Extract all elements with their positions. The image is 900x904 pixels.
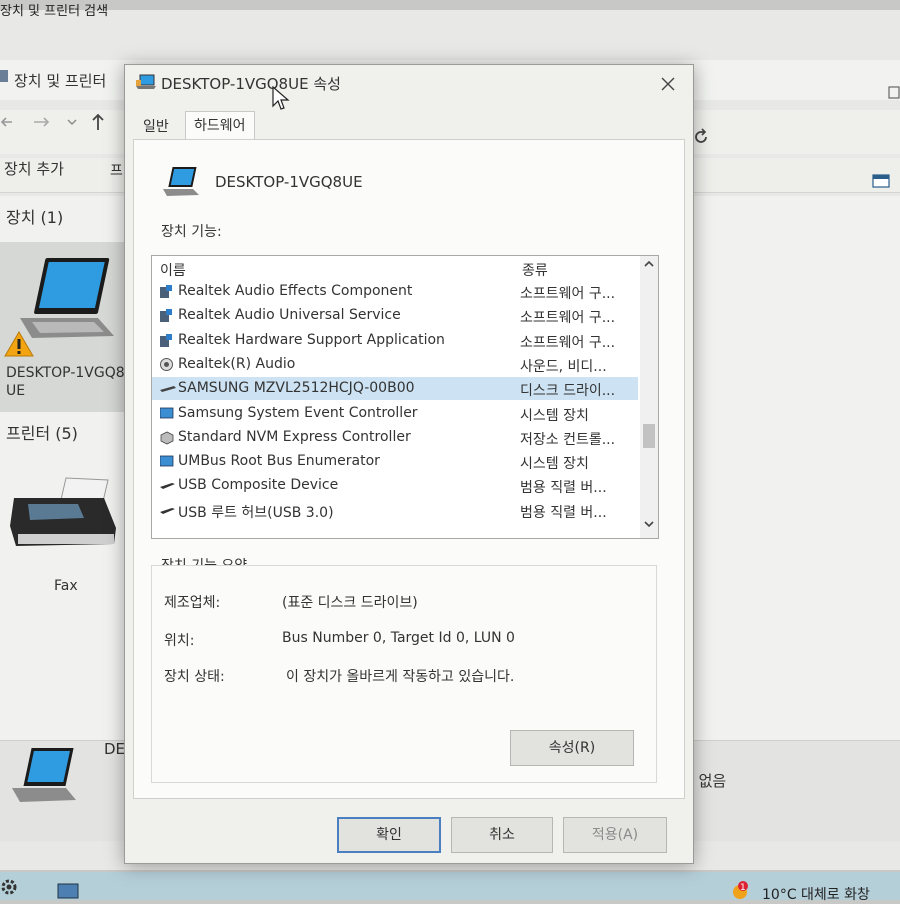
column-header-name[interactable]: 이름	[160, 260, 186, 280]
list-item-name: Standard NVM Express Controller	[178, 428, 411, 445]
list-item-type: 소프트웨어 구...	[520, 286, 616, 302]
speaker-icon	[160, 357, 173, 371]
device-name: DESKTOP-1VGQ8UE	[215, 173, 363, 191]
list-item[interactable]: Realtek(R) Audio 사운드, 비디...	[152, 353, 638, 376]
list-item-name: USB 루트 허브(USB 3.0)	[178, 504, 334, 521]
fax-icon[interactable]	[8, 474, 120, 558]
weather-text[interactable]: 10°C 대체로 화창	[762, 884, 870, 904]
manufacturer-value: (표준 디스크 드라이브)	[282, 595, 418, 611]
system-device-icon	[159, 455, 174, 468]
fax-label[interactable]: Fax	[54, 578, 78, 594]
device-function-summary: 제조업체: (표준 디스크 드라이브) 위치: Bus Number 0, Ta…	[151, 565, 657, 783]
scroll-down-icon[interactable]	[642, 518, 656, 533]
detail-device-name: DE	[104, 740, 126, 758]
dialog-computer-icon	[135, 73, 157, 95]
device-laptop-icon	[161, 165, 201, 201]
list-item[interactable]: Realtek Audio Universal Service 소프트웨어 구..…	[152, 304, 638, 327]
list-item-type: 범용 직렬 버...	[520, 480, 607, 497]
up-arrow-icon[interactable]	[90, 112, 106, 136]
list-item-name: SAMSUNG MZVL2512HCJQ-00B00	[178, 380, 415, 397]
list-item[interactable]: Standard NVM Express Controller 저장소 컨트롤..…	[152, 426, 638, 449]
list-scrollbar[interactable]	[640, 256, 658, 538]
status-value: 이 장치가 올바르게 작동하고 있습니다.	[286, 669, 515, 685]
column-header-type[interactable]: 종류	[522, 260, 548, 280]
search-input[interactable]: 장치 및 프린터 검색	[0, 0, 108, 19]
dialog-title: DESKTOP-1VGQ8UE 속성	[161, 75, 341, 93]
list-item[interactable]: SAMSUNG MZVL2512HCJQ-00B00 디스크 드라이...	[152, 377, 638, 401]
notification-badge: 1	[740, 883, 746, 893]
warning-icon	[4, 330, 34, 362]
explorer-title-icon	[0, 68, 10, 88]
printers-section-header[interactable]: 프린터 (5)	[6, 420, 78, 444]
status-label: 장치 상태:	[164, 669, 225, 685]
cancel-button[interactable]: 취소	[451, 817, 553, 853]
list-item[interactable]: Samsung System Event Controller 시스템 장치	[152, 402, 638, 425]
taskbar-app-icon[interactable]	[54, 880, 82, 904]
scroll-thumb[interactable]	[643, 424, 655, 448]
ok-button[interactable]: 확인	[337, 817, 441, 853]
refresh-icon[interactable]	[692, 128, 710, 150]
list-item[interactable]: Realtek Hardware Support Application 소프트웨…	[152, 329, 638, 352]
add-device-button[interactable]: 장치 추가	[4, 158, 64, 179]
close-icon[interactable]	[661, 75, 675, 96]
list-item-type: 범용 직렬 버...	[520, 504, 607, 521]
device-functions-list[interactable]: 이름 종류 Realtek Audio Effects Component 소프트…	[151, 255, 659, 539]
list-item-name: Realtek(R) Audio	[178, 355, 296, 372]
explorer-title: 장치 및 프린터	[14, 72, 107, 90]
detail-laptop-icon	[8, 746, 80, 810]
properties-button[interactable]: 속성(R)	[510, 730, 634, 766]
device-label[interactable]: DESKTOP-1VGQ8UE	[6, 364, 126, 400]
properties-dialog: DESKTOP-1VGQ8UE 속성 일반 하드웨어 DESKTOP-1VGQ8…	[124, 64, 694, 864]
maximize-button[interactable]	[888, 86, 900, 104]
usb-icon	[160, 479, 175, 492]
scroll-up-icon[interactable]	[642, 258, 656, 273]
list-item-type: 소프트웨어 구...	[520, 310, 616, 327]
list-item[interactable]: USB 루트 허브(USB 3.0) 범용 직렬 버...	[152, 499, 638, 522]
list-item[interactable]: UMBus Root Bus Enumerator 시스템 장치	[152, 450, 638, 473]
recent-locations-chevron-icon[interactable]	[66, 116, 78, 132]
tab-hardware[interactable]: 하드웨어	[185, 111, 255, 139]
manufacturer-label: 제조업체:	[164, 595, 221, 611]
system-device-icon	[159, 407, 174, 420]
software-component-icon	[160, 309, 173, 323]
list-item-name: Realtek Audio Effects Component	[178, 283, 413, 299]
view-options-icon[interactable]	[872, 174, 890, 192]
disk-drive-icon	[160, 382, 176, 395]
list-item-type: 시스템 장치	[520, 456, 589, 473]
list-item[interactable]: Realtek Audio Effects Component 소프트웨어 구..…	[152, 280, 638, 303]
back-arrow-icon[interactable]	[0, 114, 14, 134]
storage-controller-icon	[160, 431, 174, 445]
list-item-name: Realtek Audio Universal Service	[178, 307, 401, 324]
mouse-cursor-icon	[272, 85, 290, 116]
software-component-icon	[160, 333, 173, 347]
devices-section-header[interactable]: 장치 (1)	[6, 204, 63, 228]
list-item-type: 저장소 컨트롤...	[520, 431, 616, 448]
settings-gear-icon[interactable]	[0, 878, 18, 900]
list-item-name: UMBus Root Bus Enumerator	[178, 453, 380, 470]
list-item[interactable]: USB Composite Device 범용 직렬 버...	[152, 474, 638, 497]
list-item-type: 시스템 장치	[520, 407, 589, 424]
list-item-type: 소프트웨어 구...	[520, 334, 616, 351]
location-label: 위치:	[164, 633, 195, 649]
list-item-name: Samsung System Event Controller	[178, 404, 418, 421]
apply-button[interactable]: 적용(A)	[563, 817, 667, 853]
usb-icon	[160, 504, 175, 517]
list-item-type: 사운드, 비디...	[520, 358, 607, 375]
add-printer-button[interactable]: 프	[110, 160, 123, 180]
forward-arrow-icon[interactable]	[32, 114, 52, 134]
list-item-name: USB Composite Device	[178, 477, 339, 494]
list-item-type: 디스크 드라이...	[520, 383, 616, 400]
software-component-icon	[160, 285, 173, 298]
tab-general[interactable]: 일반	[135, 113, 177, 139]
location-value: Bus Number 0, Target Id 0, LUN 0	[282, 630, 515, 646]
device-functions-label: 장치 기능:	[161, 224, 222, 240]
list-item-name: Realtek Hardware Support Application	[178, 331, 445, 348]
